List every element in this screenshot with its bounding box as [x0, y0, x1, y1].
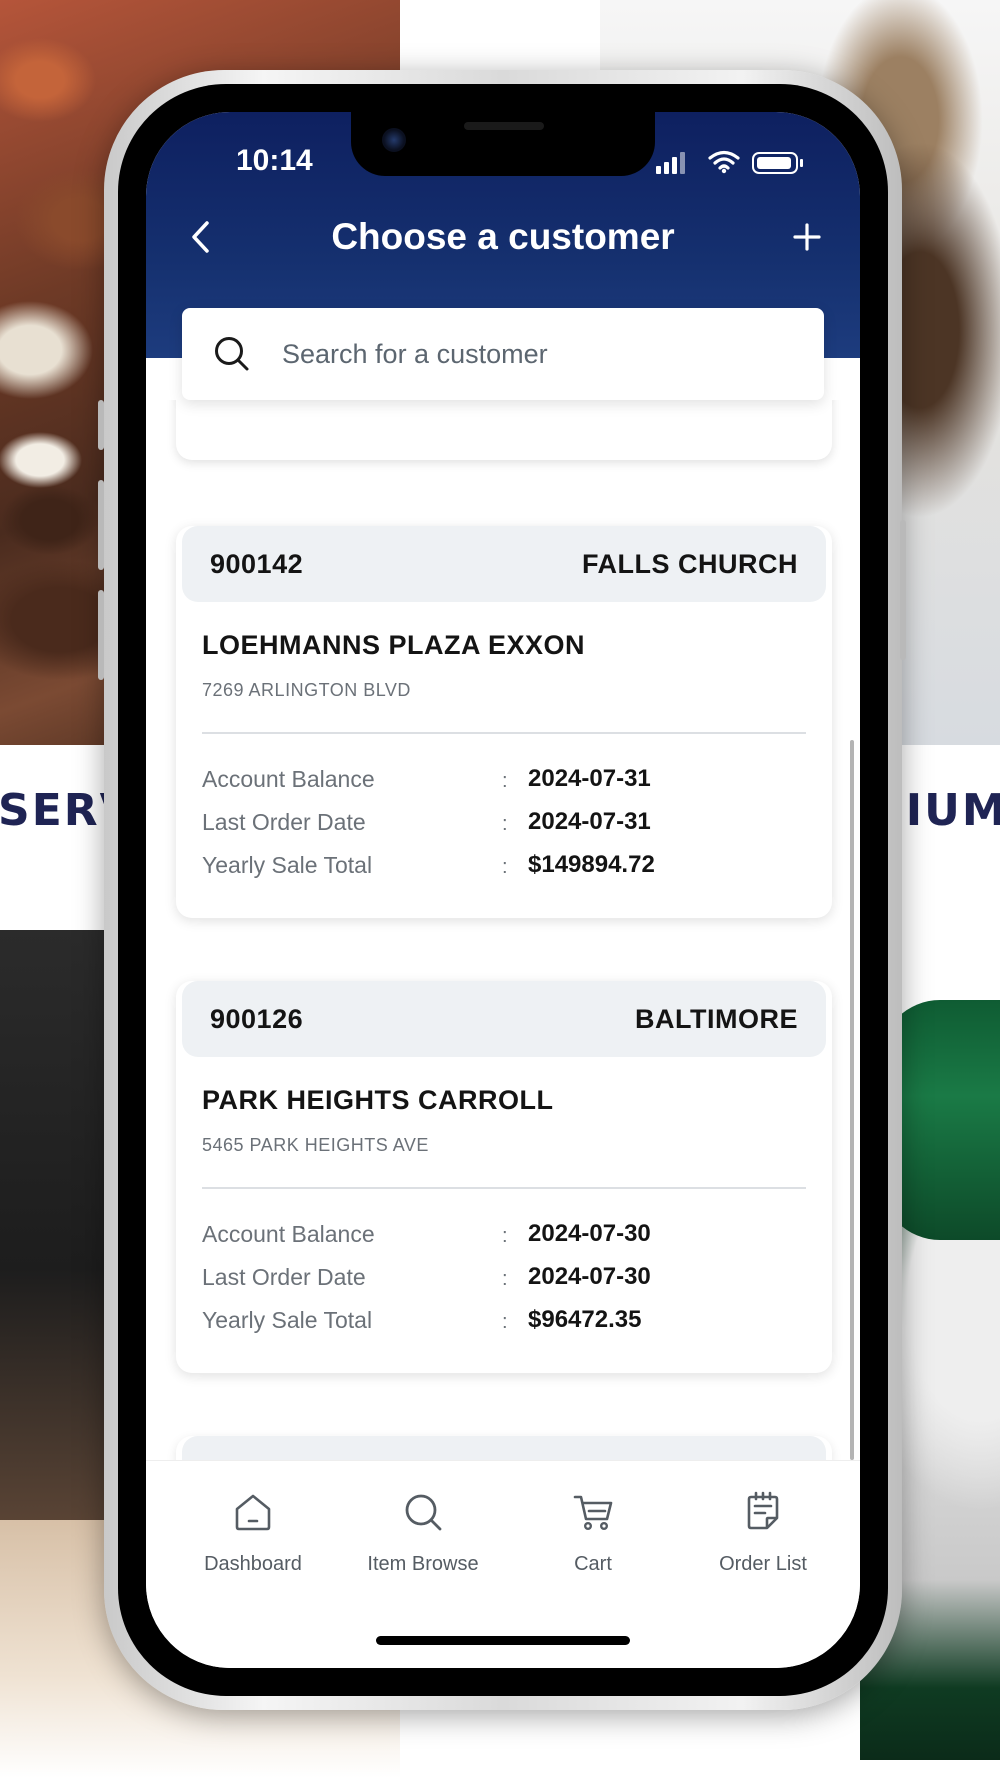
tab-dashboard[interactable]: Dashboard	[168, 1487, 338, 1597]
phone-volume-up	[98, 480, 104, 570]
customer-city: BALTIMORE	[635, 1003, 798, 1034]
field-separator: :	[502, 1268, 508, 1290]
battery-icon	[752, 152, 798, 174]
field-value: 2024-07-31	[528, 765, 651, 792]
customer-card-header: 900142 FALLS CHURCH	[182, 526, 826, 602]
account-balance-row: Account Balance : 2024-07-31	[202, 760, 806, 800]
yearly-sale-total-row: Yearly Sale Total : $149894.72	[202, 846, 806, 886]
tab-label: Cart	[574, 1553, 612, 1575]
scrollbar[interactable]	[850, 740, 854, 1460]
customer-id: 900126	[210, 1003, 304, 1034]
phone-power-button	[900, 520, 906, 660]
phone-side-button	[98, 400, 104, 450]
customer-name: PARK HEIGHTS CARROLL	[202, 1085, 554, 1115]
customer-list[interactable]: 900142 FALLS CHURCH LOEHMANNS PLAZA EXXO…	[146, 400, 860, 1570]
account-balance-row: Account Balance : 2024-07-30	[202, 1215, 806, 1255]
customer-card[interactable]: 900126 BALTIMORE PARK HEIGHTS CARROLL 54…	[176, 981, 832, 1373]
home-indicator[interactable]	[376, 1636, 630, 1645]
field-value: 2024-07-30	[528, 1263, 651, 1290]
order-list-icon	[747, 1491, 779, 1530]
field-separator: :	[502, 813, 508, 835]
customer-card-partial[interactable]	[176, 400, 832, 460]
field-value: 2024-07-31	[528, 808, 651, 835]
last-order-date-row: Last Order Date : 2024-07-31	[202, 803, 806, 843]
customer-card-header: 900126 BALTIMORE	[182, 981, 826, 1057]
tab-item-browse[interactable]: Item Browse	[338, 1487, 508, 1597]
phone-volume-down	[98, 590, 104, 680]
field-label: Account Balance	[202, 1221, 375, 1247]
field-label: Last Order Date	[202, 809, 366, 835]
plus-icon	[793, 223, 821, 251]
customer-address: 5465 PARK HEIGHTS AVE	[202, 1135, 429, 1155]
customer-address: 7269 ARLINGTON BLVD	[202, 680, 411, 700]
tab-cart[interactable]: Cart	[508, 1487, 678, 1597]
tab-label: Item Browse	[367, 1553, 479, 1575]
divider	[202, 1187, 806, 1189]
field-label: Account Balance	[202, 766, 375, 792]
app-screen: 10:14 Choose a customer 900142 FALLS CHU…	[146, 112, 860, 1668]
back-button[interactable]	[176, 212, 226, 262]
field-value: $96472.35	[528, 1306, 642, 1333]
chevron-left-icon	[192, 221, 209, 253]
last-order-date-row: Last Order Date : 2024-07-30	[202, 1258, 806, 1298]
tab-label: Order List	[719, 1553, 807, 1575]
page-title: Choose a customer	[331, 216, 675, 257]
front-camera	[382, 128, 406, 152]
field-separator: :	[502, 1311, 508, 1333]
tab-order-list[interactable]: Order List	[678, 1487, 848, 1597]
search-icon	[215, 337, 249, 371]
search-icon-container	[182, 335, 282, 373]
home-icon	[235, 1494, 271, 1531]
search-input[interactable]	[282, 338, 762, 370]
search-icon	[405, 1494, 442, 1531]
tab-label: Dashboard	[204, 1553, 302, 1575]
field-label: Yearly Sale Total	[202, 1307, 373, 1333]
customer-name: LOEHMANNS PLAZA EXXON	[202, 630, 586, 660]
cart-icon	[573, 1495, 613, 1531]
search-bar[interactable]	[182, 308, 824, 400]
customer-card[interactable]: 900142 FALLS CHURCH LOEHMANNS PLAZA EXXO…	[176, 526, 832, 918]
field-value: 2024-07-30	[528, 1220, 651, 1247]
field-separator: :	[502, 770, 508, 792]
status-time: 10:14	[236, 144, 313, 177]
field-label: Yearly Sale Total	[202, 852, 373, 878]
field-label: Last Order Date	[202, 1264, 366, 1290]
customer-id: 900142	[210, 548, 304, 579]
yearly-sale-total-row: Yearly Sale Total : $96472.35	[202, 1301, 806, 1341]
status-icons	[656, 148, 806, 178]
field-value: $149894.72	[528, 851, 655, 878]
field-separator: :	[502, 856, 508, 878]
field-separator: :	[502, 1225, 508, 1247]
customer-city: FALLS CHURCH	[582, 548, 798, 579]
wifi-icon	[708, 150, 740, 174]
add-customer-button[interactable]	[782, 212, 832, 262]
divider	[202, 732, 806, 734]
earpiece	[464, 122, 544, 130]
